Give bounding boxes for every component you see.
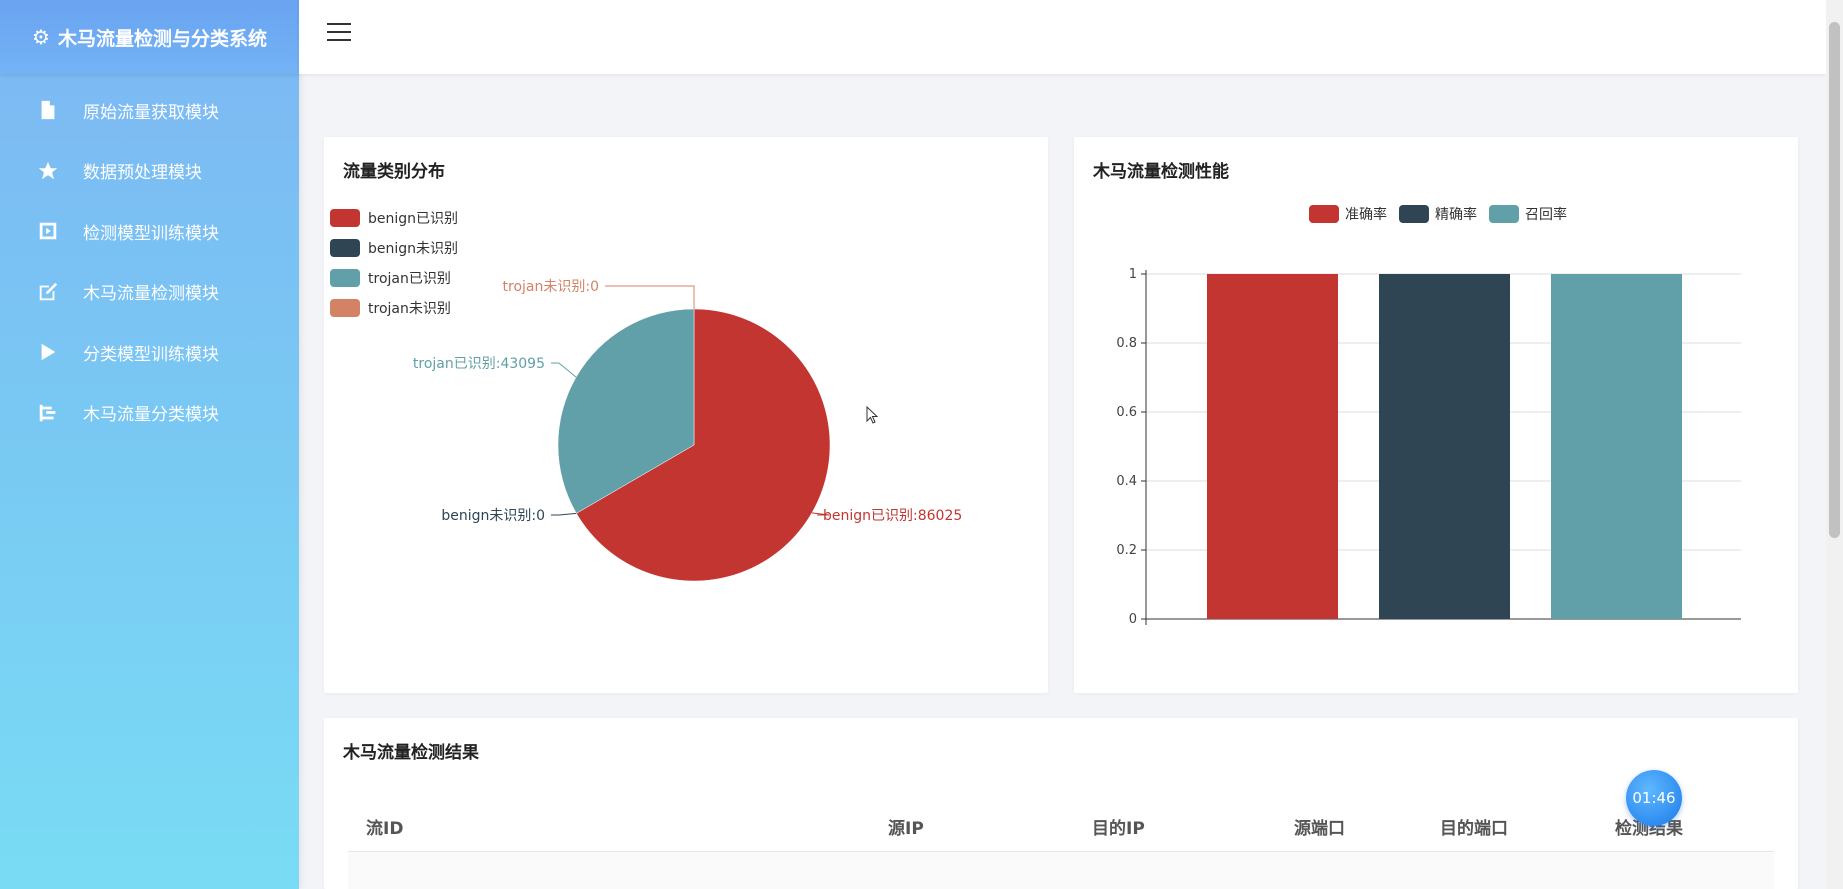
column-header-dst-port[interactable]: 目的端口 [1440,814,1508,839]
gear-icon: ⚙ [32,25,50,49]
timer-badge[interactable]: 01:46 [1626,770,1682,826]
app-title: 木马流量检测与分类系统 [57,27,267,50]
sidebar-item-label: 数据预处理模块 [83,163,202,184]
sidebar-item-label: 分类模型训练模块 [83,344,219,365]
y-tick-label: 0.2 [1116,543,1137,558]
pie-slice-label: benign已识别:86025 [823,508,962,524]
y-tick-label: 0.6 [1116,405,1137,420]
bar[interactable] [1379,274,1510,619]
pie-leader-line [551,512,577,516]
sidebar-item-preprocess[interactable]: 数据预处理模块 [0,141,299,202]
pie-slice-label: trojan已识别:43095 [413,356,545,372]
sidebar-item-classify[interactable]: 木马流量分类模块 [0,383,299,444]
detection-results-card: 木马流量检测结果 流ID 源IP 目的IP 源端口 目的端口 检测结果 [324,718,1798,889]
star-icon [37,160,59,182]
app-brand[interactable]: ⚙ 木马流量检测与分类系统 [0,0,299,74]
y-tick-label: 0 [1129,612,1137,627]
sidebar-item-label: 检测模型训练模块 [83,223,219,244]
sidebar-item-detect[interactable]: 木马流量检测模块 [0,262,299,323]
pie-chart: benign已识别:86025 benign未识别:0 trojan已识别:4309… [413,279,962,582]
pie-leader-line [605,285,695,309]
scrollbar-thumb[interactable] [1829,22,1840,538]
menu-toggle-icon[interactable] [327,23,351,45]
sidebar-item-label: 木马流量分类模块 [83,405,219,426]
file-icon [37,99,59,121]
bar[interactable] [1551,274,1682,619]
sidebar-item-detect-train[interactable]: 检测模型训练模块 [0,201,299,262]
pie-slice-label: benign未识别:0 [441,508,545,524]
play-square-icon [37,220,59,242]
column-header-src-port[interactable]: 源端口 [1294,814,1345,839]
sidebar: ⚙ 木马流量检测与分类系统 原始流量获取模块 数据预处理模块 检测模型训练模块 [0,0,299,889]
edit-icon [37,281,59,303]
top-bar [299,0,1826,74]
y-tick-label: 0.4 [1116,474,1137,489]
mouse-cursor-icon [866,406,879,424]
table-card-title: 木马流量检测结果 [343,743,479,763]
y-tick-label: 1 [1129,267,1137,282]
bar[interactable] [1207,274,1338,619]
traffic-distribution-card: 流量类别分布 benign已识别 benign未识别 trojan已识别 tro… [324,137,1048,693]
timer-text: 01:46 [1632,789,1676,807]
column-header-src-ip[interactable]: 源IP [888,814,924,839]
table-row[interactable] [348,852,1774,889]
sidebar-item-label: 原始流量获取模块 [83,102,219,123]
tree-icon [37,402,59,424]
detection-performance-card: 木马流量检测性能 准确率 精确率 召回率 0 0.2 0.4 0.6 0.8 1 [1074,137,1798,693]
sidebar-item-raw-traffic[interactable]: 原始流量获取模块 [0,80,299,141]
column-header-dst-ip[interactable]: 目的IP [1092,814,1145,839]
pie-slice-label: trojan未识别:0 [503,279,599,295]
sidebar-item-label: 木马流量检测模块 [83,284,219,305]
y-tick-label: 0.8 [1116,336,1137,351]
play-icon [37,341,59,363]
sidebar-menu: 原始流量获取模块 数据预处理模块 检测模型训练模块 木马流量检测模块 分类模型训… [0,74,299,443]
pie-leader-line [551,362,577,378]
column-header-flow-id[interactable]: 流ID [366,814,403,839]
sidebar-item-classify-train[interactable]: 分类模型训练模块 [0,322,299,383]
bar-chart: 0 0.2 0.4 0.6 0.8 1 [1116,267,1741,627]
table-header: 流ID 源IP 目的IP 源端口 目的端口 检测结果 [348,802,1774,852]
scrollbar-track[interactable] [1826,0,1843,889]
